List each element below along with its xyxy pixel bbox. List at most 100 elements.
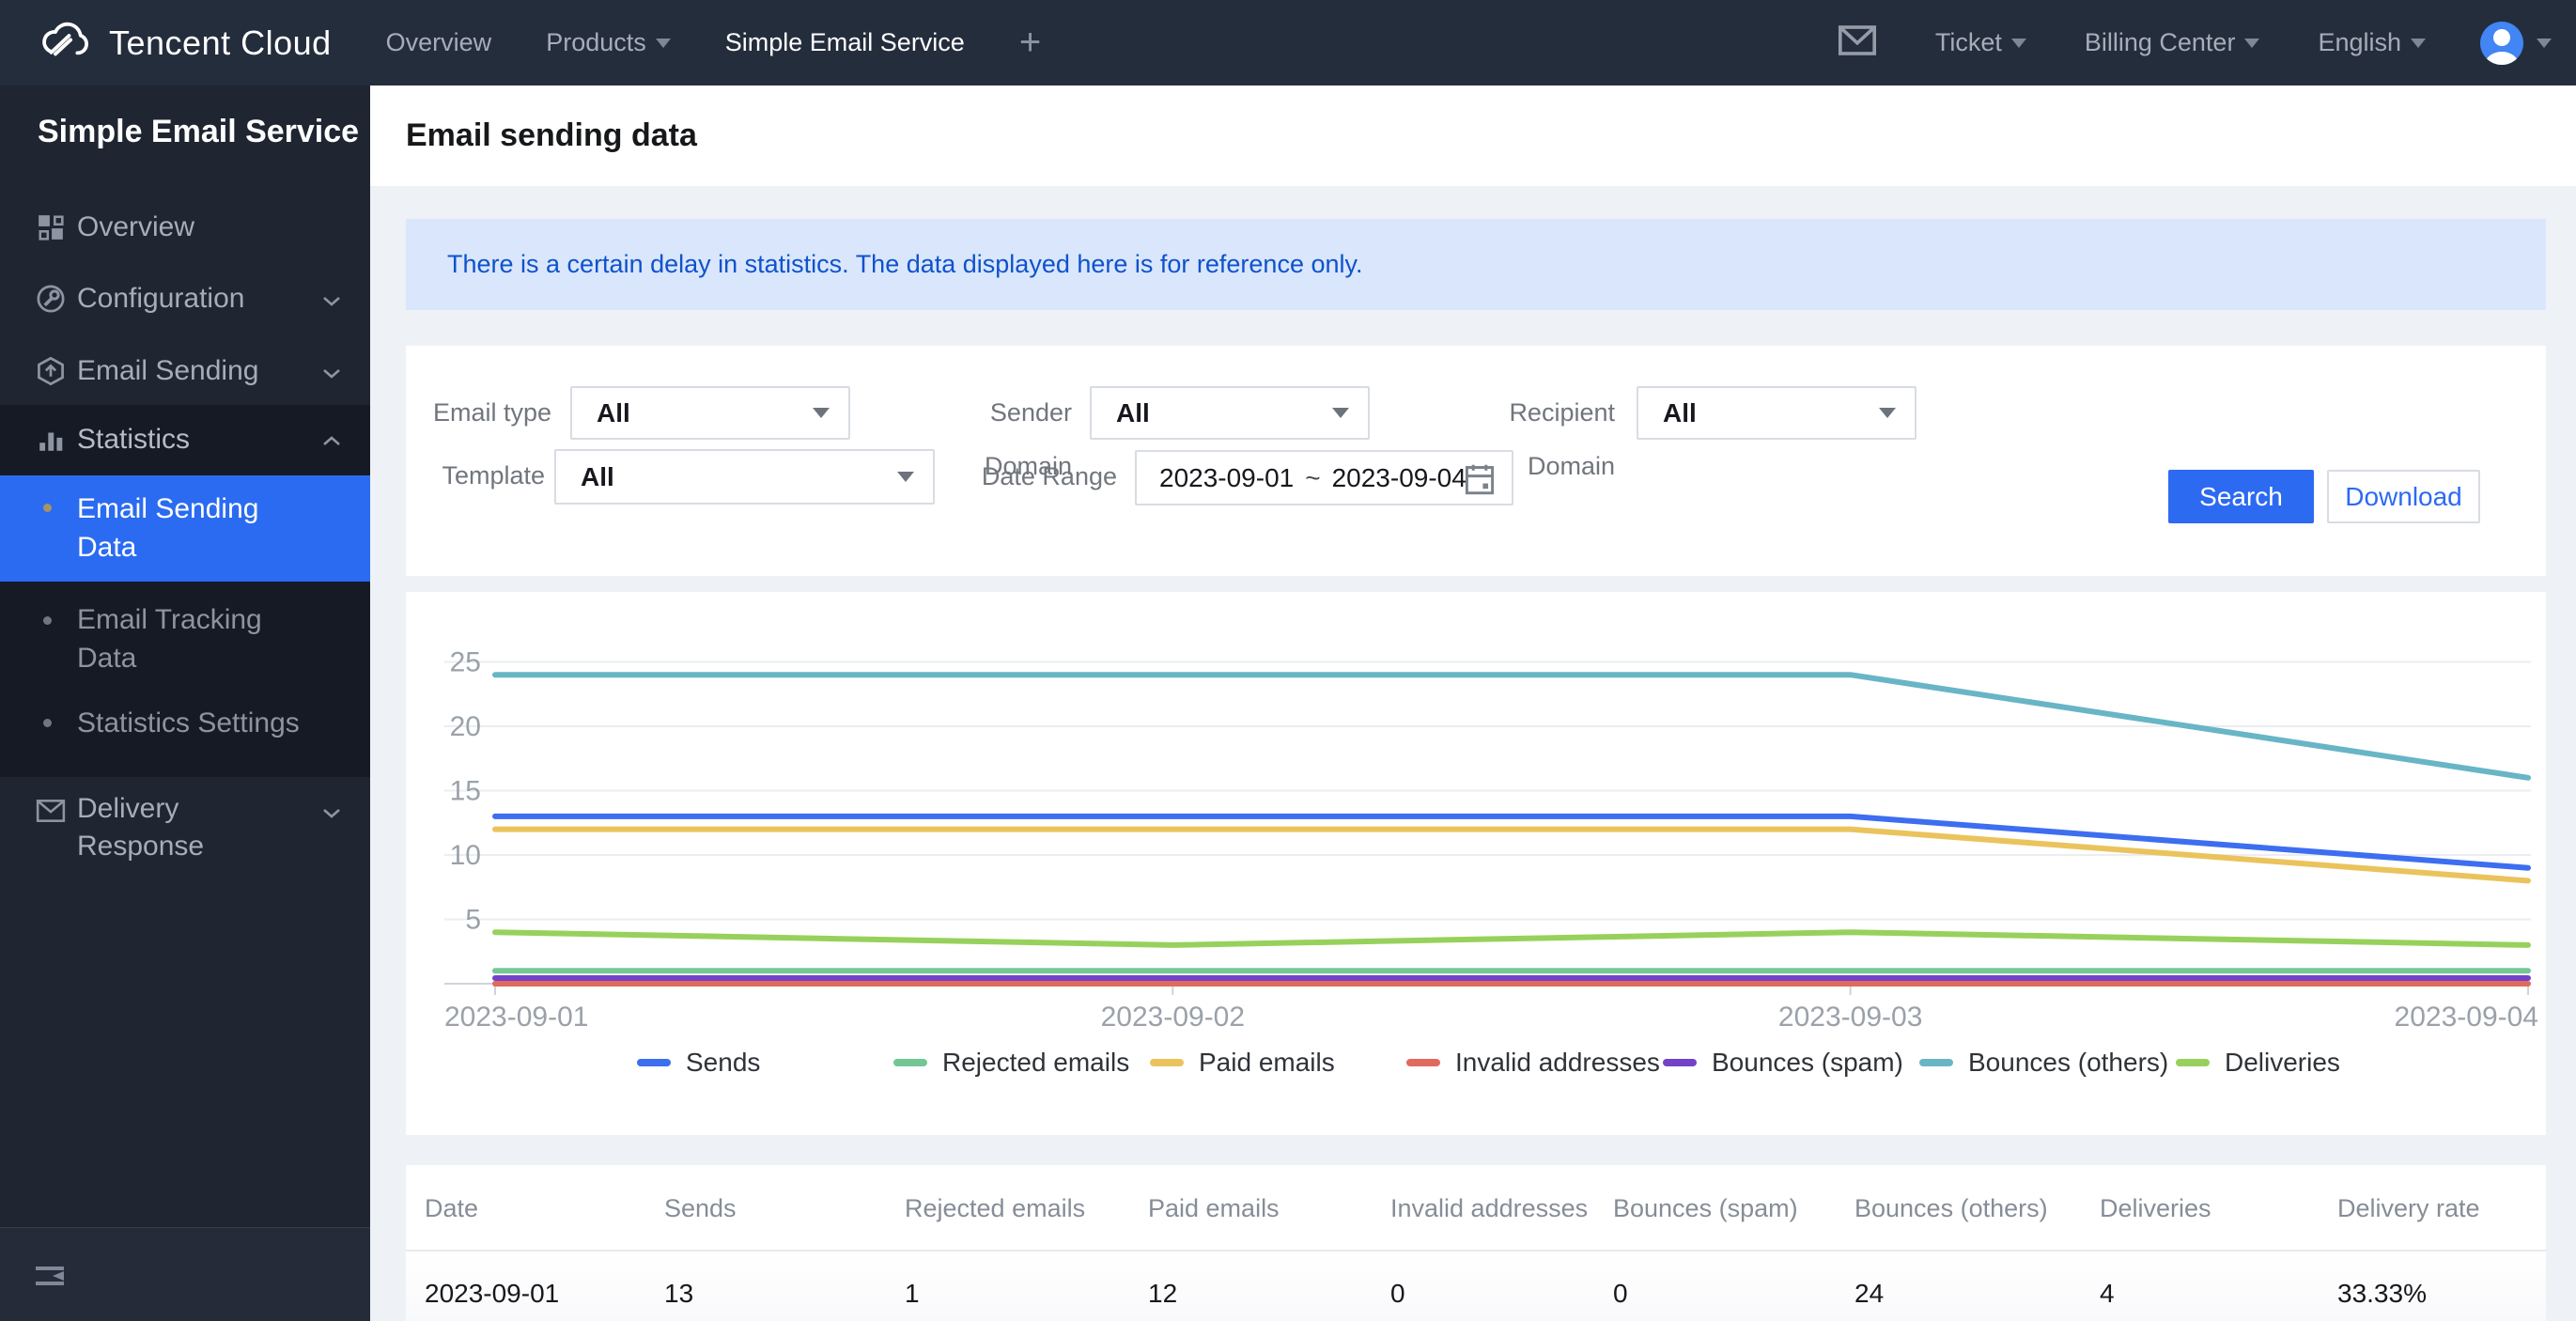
- bullet-icon: [43, 719, 52, 727]
- legend-item-invalid-addresses[interactable]: Invalid addresses: [1406, 1048, 1663, 1078]
- data-table-panel: Date Sends Rejected emails Paid emails Inval…: [406, 1165, 2546, 1321]
- x-axis-tick-label: 2023-09-02: [1101, 1002, 1245, 1033]
- download-button[interactable]: Download: [2327, 470, 2480, 523]
- nav-item-billing-center[interactable]: Billing Center: [2085, 28, 2260, 57]
- recipient-domain-select[interactable]: All: [1637, 386, 1916, 440]
- legend-label: Deliveries: [2225, 1048, 2340, 1077]
- language-selector[interactable]: English: [2318, 28, 2426, 57]
- chevron-down-icon: [1879, 408, 1896, 418]
- table-header-cell: Date: [425, 1194, 479, 1222]
- add-tab-button[interactable]: +: [1019, 22, 1041, 64]
- info-banner: There is a certain delay in statistics. …: [406, 219, 2546, 310]
- table-cell: 2023-09-01: [425, 1279, 560, 1308]
- date-start: 2023-09-01: [1159, 462, 1295, 492]
- table-header-cell: Deliveries: [2100, 1194, 2211, 1222]
- line-series-deliveries: [492, 929, 2531, 948]
- table-cell: 24: [1854, 1279, 1885, 1308]
- legend-item-bounces-others-[interactable]: Bounces (others): [1919, 1048, 2176, 1078]
- chevron-down-icon: [2244, 38, 2260, 48]
- chart-panel: 5 10 15 20 25 2023-09-01 2023-09-02 2023-09-03 2…: [406, 592, 2546, 1135]
- template-select[interactable]: All: [554, 449, 935, 505]
- search-button[interactable]: Search: [2168, 470, 2314, 523]
- sidebar-item-email-sending[interactable]: Email Sending: [0, 350, 370, 393]
- legend-label: Invalid addresses: [1455, 1048, 1660, 1077]
- envelope-icon: [36, 796, 66, 826]
- x-axis-tick-label: 2023-09-01: [444, 1002, 588, 1033]
- y-axis-tick-label: 10: [450, 840, 481, 871]
- legend-label: Paid emails: [1199, 1048, 1335, 1077]
- sidebar-item-email-sending-data[interactable]: Email Sending Data: [0, 475, 370, 582]
- x-axis-tick-label: 2023-09-04: [2395, 1002, 2538, 1033]
- table-cell: 12: [1148, 1279, 1178, 1308]
- sidebar-item-email-tracking-data[interactable]: Email Tracking Data: [0, 596, 370, 690]
- email-sending-line-chart: 5 10 15 20 25 2023-09-01 2023-09-02 2023-09-03 2…: [444, 647, 2538, 1033]
- legend-swatch-icon: [1150, 1059, 1184, 1066]
- chevron-down-icon: [897, 472, 914, 482]
- legend-label: Sends: [686, 1048, 761, 1077]
- legend-item-bounces-spam-[interactable]: Bounces (spam): [1663, 1048, 1919, 1078]
- sidebar-item-statistics[interactable]: Statistics: [0, 418, 370, 461]
- legend-item-rejected-emails[interactable]: Rejected emails: [893, 1048, 1150, 1078]
- overview-grid-icon: [36, 212, 66, 242]
- sidebar-item-label: Email Tracking Data: [77, 604, 262, 674]
- table-header-cell: Paid emails: [1148, 1194, 1280, 1222]
- sidebar-item-overview[interactable]: Overview: [0, 206, 370, 249]
- statistics-bars-icon: [36, 425, 66, 455]
- legend-item-deliveries[interactable]: Deliveries: [2176, 1048, 2432, 1078]
- date-range-input[interactable]: 2023-09-01 ~ 2023-09-04: [1135, 450, 1513, 505]
- legend-swatch-icon: [2176, 1059, 2210, 1066]
- sidebar-item-label: Email Sending Data: [77, 493, 259, 563]
- chevron-down-icon: [321, 283, 342, 315]
- filter-panel: Email type All Sender Domain All Recipie…: [406, 346, 2546, 576]
- account-menu[interactable]: [2480, 21, 2552, 65]
- mail-icon[interactable]: [1838, 24, 1877, 61]
- nav-item-ticket[interactable]: Ticket: [1935, 28, 2026, 57]
- content-area: There is a certain delay in statistics. …: [370, 186, 2576, 1321]
- sidebar-item-label: Configuration: [77, 283, 245, 314]
- legend-label: Rejected emails: [942, 1048, 1130, 1077]
- chevron-down-icon: [2010, 38, 2026, 48]
- sidebar-item-label: Delivery Response: [77, 793, 205, 862]
- chevron-down-icon: [321, 355, 342, 387]
- table-header-cell: Delivery rate: [2337, 1194, 2480, 1222]
- top-nav-right: Ticket Billing Center English: [1838, 21, 2552, 65]
- legend-swatch-icon: [1919, 1059, 1953, 1066]
- nav-item-products[interactable]: Products: [546, 28, 671, 57]
- tencent-cloud-logo[interactable]: Tencent Cloud: [38, 21, 332, 65]
- info-banner-text: There is a certain delay in statistics. …: [447, 250, 1363, 278]
- sidebar-item-configuration[interactable]: Configuration: [0, 277, 370, 320]
- table-cell: 0: [1613, 1279, 1628, 1308]
- date-range-label: Date Range: [981, 462, 1117, 490]
- legend-swatch-icon: [1406, 1059, 1440, 1066]
- table-header-cell: Sends: [664, 1194, 737, 1222]
- sidebar-item-delivery-response[interactable]: Delivery Response: [0, 790, 370, 871]
- email-sending-hexagon-icon: [36, 356, 66, 386]
- sidebar-item-statistics-settings[interactable]: Statistics Settings: [0, 703, 370, 744]
- legend-item-paid-emails[interactable]: Paid emails: [1150, 1048, 1406, 1078]
- date-end: 2023-09-04: [1331, 462, 1466, 492]
- table-cell: 4: [2100, 1279, 2115, 1308]
- page-title: Email sending data: [406, 117, 697, 153]
- chevron-down-icon: [813, 408, 830, 418]
- bullet-icon: [43, 504, 52, 512]
- y-axis-tick-label: 15: [450, 776, 481, 807]
- y-axis-tick-label: 25: [450, 647, 481, 678]
- chart-legend: Sends Rejected emails Paid emails Invalid a…: [637, 1048, 2432, 1078]
- table-header-cell: Invalid addresses: [1390, 1194, 1589, 1222]
- table-header-cell: Rejected emails: [905, 1194, 1086, 1222]
- nav-item-simple-email-service[interactable]: Simple Email Service: [725, 28, 965, 57]
- template-label: Template: [442, 461, 545, 490]
- avatar: [2480, 21, 2523, 65]
- legend-item-sends[interactable]: Sends: [637, 1048, 893, 1078]
- sender-domain-select[interactable]: All: [1090, 386, 1370, 440]
- sidebar-item-label: Statistics: [77, 424, 191, 455]
- table-header-row: Date Sends Rejected emails Paid emails Inval…: [406, 1165, 2546, 1251]
- nav-item-overview[interactable]: Overview: [386, 28, 492, 57]
- bullet-icon: [43, 616, 52, 625]
- email-type-select[interactable]: All: [570, 386, 850, 440]
- table-cell: 1: [905, 1279, 920, 1308]
- collapse-sidebar-icon: [34, 1264, 66, 1293]
- sidebar-collapse-bar[interactable]: [0, 1227, 370, 1321]
- sidebar-item-label: Statistics Settings: [77, 707, 300, 738]
- legend-swatch-icon: [637, 1059, 671, 1066]
